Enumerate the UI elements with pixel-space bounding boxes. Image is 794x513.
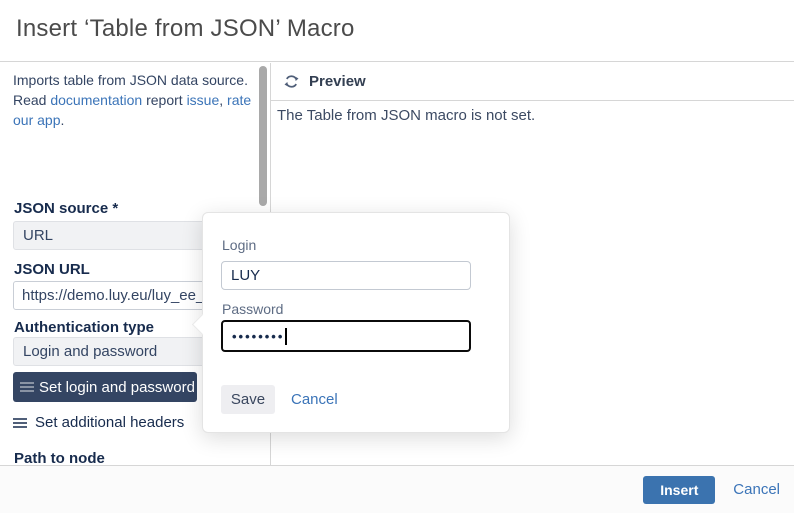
save-button[interactable]: Save (221, 385, 275, 414)
password-input[interactable]: •••••••• (221, 320, 471, 352)
dialog-title: Insert ‘Table from JSON’ Macro (16, 15, 355, 43)
preview-header: Preview (271, 63, 794, 101)
documentation-link[interactable]: documentation (50, 92, 142, 108)
login-password-popup: Login Password •••••••• Save Cancel (202, 212, 510, 433)
intro-segment: report (142, 92, 186, 108)
dialog-footer: Insert Cancel (0, 465, 794, 513)
auth-type-label: Authentication type (14, 319, 154, 336)
path-to-node-label: Path to node (14, 450, 105, 465)
popup-cancel-button[interactable]: Cancel (291, 385, 338, 414)
left-panel-scrollbar[interactable] (259, 66, 267, 206)
set-login-password-label: Set login and password (39, 379, 195, 396)
set-additional-headers-label: Set additional headers (35, 414, 184, 431)
json-source-label: JSON source * (14, 200, 118, 217)
json-source-value: URL (23, 227, 53, 244)
hamburger-icon (13, 418, 27, 428)
set-login-password-button[interactable]: Set login and password (13, 372, 197, 402)
dialog-header: Insert ‘Table from JSON’ Macro (0, 0, 794, 62)
preview-title: Preview (309, 73, 366, 90)
text-caret (285, 328, 287, 345)
intro-text: Imports table from JSON data source. Rea… (13, 70, 255, 130)
insert-button[interactable]: Insert (643, 476, 715, 504)
footer-cancel-button[interactable]: Cancel (733, 481, 780, 498)
refresh-icon[interactable] (283, 73, 300, 90)
set-additional-headers-button[interactable]: Set additional headers (13, 413, 184, 433)
hamburger-icon (20, 382, 34, 392)
insert-macro-dialog: Insert ‘Table from JSON’ Macro Imports t… (0, 0, 794, 513)
intro-segment: , (219, 92, 227, 108)
report-issue-link[interactable]: issue (187, 92, 220, 108)
login-label: Login (222, 237, 256, 253)
intro-segment: . (60, 112, 64, 128)
auth-type-value: Login and password (23, 343, 157, 360)
password-masked-value: •••••••• (232, 329, 284, 344)
json-url-label: JSON URL (14, 261, 90, 278)
login-input[interactable] (221, 261, 471, 290)
password-label: Password (222, 301, 283, 317)
preview-message: The Table from JSON macro is not set. (277, 107, 535, 124)
